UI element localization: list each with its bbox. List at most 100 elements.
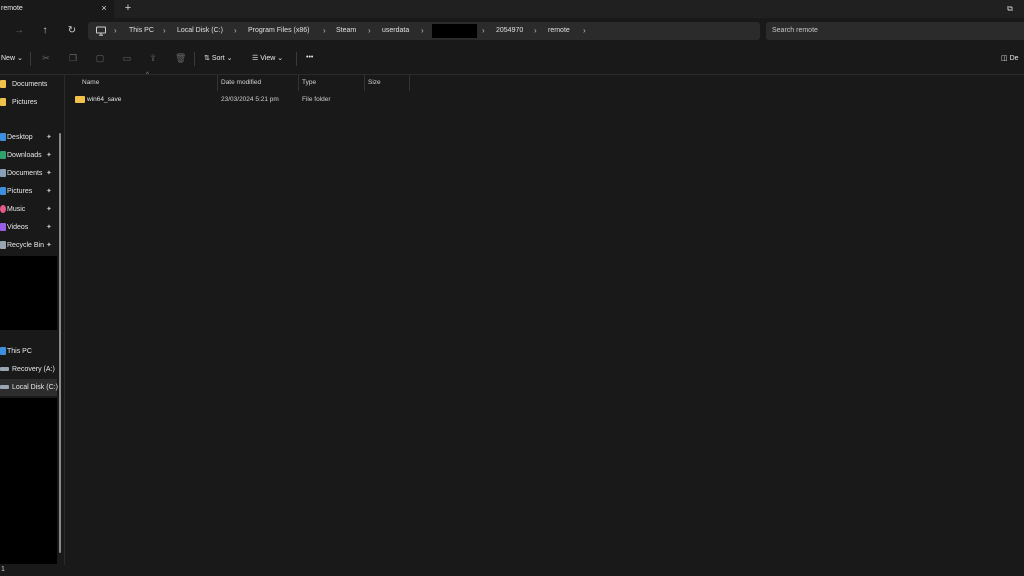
view-button[interactable]: ☰ View ⌄ xyxy=(252,54,283,62)
sidebar-item-label: Videos xyxy=(7,224,29,231)
video-icon xyxy=(0,223,6,231)
monitor-icon[interactable] xyxy=(95,25,107,37)
sidebar-item-videos[interactable]: Videos ✦ xyxy=(0,219,57,236)
pin-icon[interactable]: ✦ xyxy=(46,241,52,249)
breadcrumb-remote[interactable]: remote xyxy=(548,27,570,34)
folder-icon xyxy=(0,80,6,88)
breadcrumb-this-pc[interactable]: This PC xyxy=(129,27,154,34)
drive-icon xyxy=(0,367,9,371)
new-label: New xyxy=(1,55,16,62)
sort-button[interactable]: ⇅ Sort ⌄ xyxy=(204,54,233,62)
column-divider[interactable] xyxy=(409,75,410,91)
view-icon: ☰ xyxy=(252,55,259,62)
chevron-right-icon[interactable]: › xyxy=(163,26,166,35)
command-bar: New ⌄ ✂ ❐ ▢ ▭ ⇪ 🗑 ⇅ Sort ⌄ ☰ View ⌄ ••• … xyxy=(0,44,1024,75)
toolbar-divider xyxy=(30,52,31,66)
table-row[interactable]: win64_save 23/03/2024 5:21 pm File folde… xyxy=(66,93,466,107)
sidebar-scrollbar[interactable] xyxy=(59,133,61,553)
redacted-breadcrumb[interactable] xyxy=(432,24,477,38)
sidebar-item-pictures-pinned[interactable]: Pictures ✦ xyxy=(0,183,57,200)
file-type: File folder xyxy=(302,96,331,103)
breadcrumb-program-files[interactable]: Program Files (x86) xyxy=(248,27,309,34)
sort-ascending-icon: ^ xyxy=(146,72,149,78)
delete-icon[interactable]: 🗑 xyxy=(175,53,186,64)
restore-window-icon[interactable]: ⧉ xyxy=(1004,3,1016,14)
sidebar-item-recycle-bin[interactable]: Recycle Bin ✦ xyxy=(0,237,57,254)
status-bar: 1 xyxy=(0,565,1024,576)
chevron-right-icon[interactable]: › xyxy=(421,26,424,35)
column-header-label: Name xyxy=(82,79,100,86)
breadcrumb-steam[interactable]: Steam xyxy=(336,27,356,34)
new-tab-icon[interactable]: + xyxy=(122,2,134,15)
details-button[interactable]: ◫ De xyxy=(1001,54,1019,62)
navigation-pane: Documents Pictures Desktop ✦ Downloads ✦… xyxy=(0,75,65,576)
sidebar-item-pictures[interactable]: Pictures xyxy=(0,94,57,111)
column-header-type[interactable]: Type xyxy=(299,75,364,91)
title-bar: remote × + ⧉ xyxy=(0,0,1024,18)
forward-icon[interactable]: → xyxy=(12,24,26,38)
computer-icon xyxy=(0,347,6,355)
cut-icon[interactable]: ✂ xyxy=(41,53,51,64)
breadcrumb-app-id[interactable]: 2054970 xyxy=(496,27,523,34)
more-options-button[interactable]: ••• xyxy=(306,54,313,61)
chevron-right-icon[interactable]: › xyxy=(482,26,485,35)
chevron-right-icon[interactable]: › xyxy=(114,26,117,35)
folder-icon xyxy=(75,96,85,103)
column-header-size[interactable]: Size xyxy=(365,75,410,91)
chevron-right-icon[interactable]: › xyxy=(323,26,326,35)
sidebar-item-label: Pictures xyxy=(7,188,33,195)
rename-icon[interactable]: ▭ xyxy=(122,53,132,64)
sidebar-item-local-disk[interactable]: Local Disk (C:) xyxy=(0,379,58,396)
chevron-right-icon[interactable]: › xyxy=(583,26,586,35)
column-header-label: Size xyxy=(368,79,381,86)
toolbar-divider xyxy=(194,52,195,66)
sidebar-item-documents[interactable]: Documents xyxy=(0,76,57,93)
download-icon xyxy=(0,151,6,159)
pin-icon[interactable]: ✦ xyxy=(46,133,52,141)
sidebar-item-music[interactable]: Music ✦ xyxy=(0,201,57,218)
picture-icon xyxy=(0,187,6,195)
chevron-down-icon: ⌄ xyxy=(226,55,233,62)
search-input[interactable]: Search remote xyxy=(772,27,818,34)
pin-icon[interactable]: ✦ xyxy=(46,205,52,213)
column-header-date[interactable]: Date modified xyxy=(218,75,298,91)
sidebar-empty-area xyxy=(0,398,57,564)
column-header-label: Date modified xyxy=(221,79,262,86)
details-icon: ◫ xyxy=(1001,55,1008,62)
pin-icon[interactable]: ✦ xyxy=(46,187,52,195)
copy-icon[interactable]: ❐ xyxy=(68,53,78,64)
pin-icon[interactable]: ✦ xyxy=(46,151,52,159)
tab-title: remote xyxy=(1,5,23,12)
toolbar-divider xyxy=(296,52,297,66)
desktop-icon xyxy=(0,133,6,141)
sidebar-item-label: This PC xyxy=(7,348,32,355)
sidebar-item-label: Documents xyxy=(12,81,48,88)
refresh-icon[interactable]: ↻ xyxy=(65,24,79,38)
column-header-label: Type xyxy=(302,79,317,86)
address-bar[interactable]: › This PC › Local Disk (C:) › Program Fi… xyxy=(88,22,760,40)
chevron-down-icon: ⌄ xyxy=(277,55,284,62)
breadcrumb-local-disk[interactable]: Local Disk (C:) xyxy=(177,27,223,34)
paste-icon[interactable]: ▢ xyxy=(95,53,105,64)
close-icon[interactable]: × xyxy=(99,3,109,14)
pin-icon[interactable]: ✦ xyxy=(46,169,52,177)
chevron-right-icon[interactable]: › xyxy=(534,26,537,35)
sidebar-item-downloads[interactable]: Downloads ✦ xyxy=(0,147,57,164)
view-label: View xyxy=(260,55,276,62)
file-name: win64_save xyxy=(87,96,122,103)
sidebar-item-recovery[interactable]: Recovery (A:) xyxy=(0,361,57,378)
column-header-name[interactable]: ^ Name xyxy=(66,72,218,91)
share-icon[interactable]: ⇪ xyxy=(148,53,158,64)
new-button[interactable]: New ⌄ xyxy=(1,54,23,62)
tab-remote[interactable]: remote × xyxy=(0,0,114,18)
chevron-down-icon: ⌄ xyxy=(16,55,23,62)
search-box[interactable]: Search remote xyxy=(766,22,1024,40)
sidebar-item-desktop[interactable]: Desktop ✦ xyxy=(0,129,57,146)
sidebar-item-documents-pinned[interactable]: Documents ✦ xyxy=(0,165,57,182)
up-icon[interactable]: ↑ xyxy=(38,24,52,38)
chevron-right-icon[interactable]: › xyxy=(234,26,237,35)
pin-icon[interactable]: ✦ xyxy=(46,223,52,231)
breadcrumb-userdata[interactable]: userdata xyxy=(382,27,409,34)
chevron-right-icon[interactable]: › xyxy=(368,26,371,35)
sidebar-item-this-pc[interactable]: This PC xyxy=(0,343,57,360)
